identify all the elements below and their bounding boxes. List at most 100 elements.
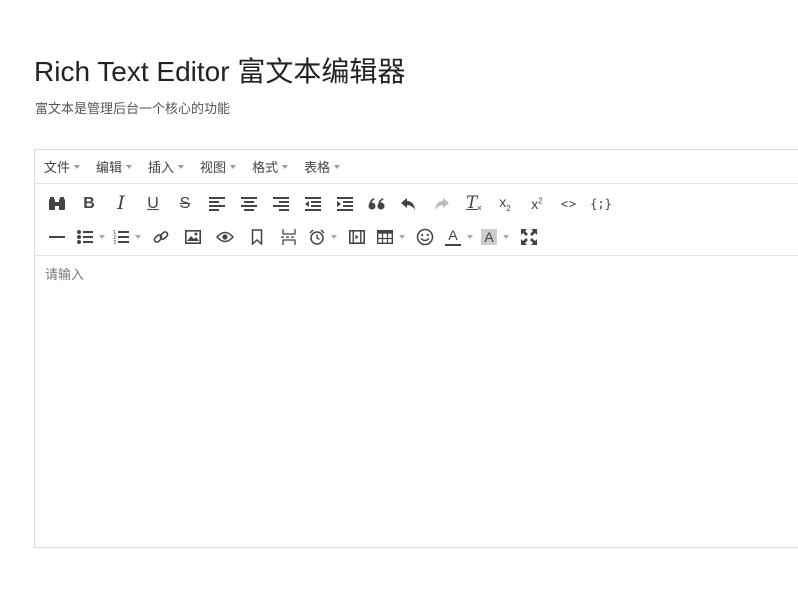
superscript-button[interactable]: x2: [521, 190, 553, 218]
align-right-button[interactable]: [265, 190, 297, 218]
indent-icon: [337, 196, 353, 211]
code-sample-button[interactable]: {;}: [585, 190, 617, 218]
editor-placeholder: 请输入: [45, 267, 85, 282]
bullet-list-button[interactable]: [73, 223, 109, 251]
fullscreen-button[interactable]: [513, 223, 545, 251]
align-left-button[interactable]: [201, 190, 233, 218]
chevron-down-icon: [74, 164, 81, 169]
menu-view[interactable]: 视图: [200, 157, 237, 176]
remove-format-x: ×: [476, 202, 482, 213]
table-button[interactable]: [373, 223, 409, 251]
background-color-icon: A: [481, 228, 497, 245]
redo-button[interactable]: [425, 190, 457, 218]
emoticons-button[interactable]: [409, 223, 441, 251]
menu-format[interactable]: 格式: [252, 157, 289, 176]
media-icon: [349, 229, 365, 244]
page-subtitle: 富文本是管理后台一个核心的功能: [35, 101, 231, 116]
menu-label: 表格: [304, 160, 331, 175]
blockquote-button[interactable]: [361, 190, 393, 218]
chevron-down-icon: [230, 164, 237, 169]
subscript-button[interactable]: x2: [489, 190, 521, 218]
code-icon: <>: [560, 196, 578, 211]
menu-label: 插入: [148, 160, 175, 175]
menu-label: 视图: [200, 160, 227, 175]
chevron-down-icon[interactable]: [135, 234, 141, 239]
menu-file[interactable]: 文件: [44, 157, 81, 176]
preview-icon: [216, 231, 234, 242]
undo-icon: [401, 197, 415, 210]
chevron-down-icon: [178, 164, 185, 169]
menu-insert[interactable]: 插入: [148, 157, 185, 176]
toolbar-row-2: 123 A A: [41, 220, 798, 253]
chevron-down-icon[interactable]: [399, 234, 405, 239]
emoticons-icon: [416, 228, 434, 245]
table-icon: [377, 229, 393, 244]
italic-icon: I: [117, 192, 125, 214]
editor-content[interactable]: 请输入: [35, 256, 798, 546]
code-sample-icon: {;}: [590, 196, 612, 211]
strikethrough-button[interactable]: S: [169, 190, 201, 218]
code-button[interactable]: <>: [553, 190, 585, 218]
underline-button[interactable]: U: [137, 190, 169, 218]
bullet-list-icon: [77, 229, 93, 244]
menu-table[interactable]: 表格: [304, 157, 341, 176]
menu-edit[interactable]: 编辑: [96, 157, 133, 176]
horizontal-rule-icon: [49, 235, 65, 238]
align-center-button[interactable]: [233, 190, 265, 218]
chevron-down-icon: [334, 164, 341, 169]
blockquote-icon: [368, 197, 385, 209]
strikethrough-icon: S: [179, 194, 191, 212]
outdent-icon: [305, 196, 321, 211]
search-replace-icon: [49, 196, 65, 210]
page-title: Rich Text Editor 富文本编辑器: [34, 56, 406, 87]
page-break-icon: [281, 228, 296, 245]
fullscreen-icon: [521, 228, 537, 245]
editor-toolbar: B I U S T × x2 x2 <> {;} 1 2 3 A A: [35, 184, 798, 256]
subscript-icon: x2: [499, 194, 511, 213]
bold-icon: B: [83, 194, 95, 212]
menu-label: 编辑: [96, 160, 123, 175]
italic-button[interactable]: I: [105, 190, 137, 218]
remove-format-icon: T ×: [464, 192, 482, 213]
search-replace-button[interactable]: [41, 190, 73, 218]
image-button[interactable]: [177, 223, 209, 251]
remove-format-button[interactable]: T ×: [457, 190, 489, 218]
text-color-icon: A: [445, 228, 461, 246]
link-button[interactable]: [145, 223, 177, 251]
page-break-button[interactable]: [273, 223, 305, 251]
preview-button[interactable]: [209, 223, 241, 251]
media-button[interactable]: [341, 223, 373, 251]
text-color-button[interactable]: A: [441, 223, 477, 251]
svg-text:3: 3: [113, 240, 116, 245]
bookmark-icon: [251, 228, 263, 245]
remove-format-letter: T: [466, 192, 478, 213]
menu-label: 文件: [44, 160, 71, 175]
indent-button[interactable]: [329, 190, 361, 218]
chevron-down-icon[interactable]: [331, 234, 337, 239]
bold-button[interactable]: B: [73, 190, 105, 218]
chevron-down-icon[interactable]: [99, 234, 105, 239]
background-color-button[interactable]: A: [477, 223, 513, 251]
menu-label: 格式: [252, 160, 279, 175]
image-icon: [185, 229, 201, 244]
chevron-down-icon: [126, 164, 133, 169]
undo-button[interactable]: [393, 190, 425, 218]
insert-datetime-button[interactable]: [305, 223, 341, 251]
horizontal-rule-button[interactable]: [41, 223, 73, 251]
chevron-down-icon[interactable]: [467, 234, 473, 239]
insert-datetime-icon: [309, 228, 325, 245]
align-left-icon: [209, 196, 225, 211]
align-center-icon: [241, 196, 257, 211]
toolbar-row-1: B I U S T × x2 x2 <> {;}: [41, 187, 798, 220]
text-color-bar: [445, 243, 461, 246]
text-color-letter: A: [448, 226, 458, 243]
superscript-icon: x2: [531, 195, 543, 212]
bookmark-button[interactable]: [241, 223, 273, 251]
redo-icon: [435, 197, 449, 210]
numbered-list-icon: 123: [113, 230, 129, 245]
background-color-letter: A: [484, 228, 494, 245]
numbered-list-button[interactable]: 123: [109, 223, 145, 251]
chevron-down-icon[interactable]: [503, 234, 509, 239]
editor-menubar: 文件 编辑 插入 视图 格式 表格: [35, 150, 798, 184]
outdent-button[interactable]: [297, 190, 329, 218]
